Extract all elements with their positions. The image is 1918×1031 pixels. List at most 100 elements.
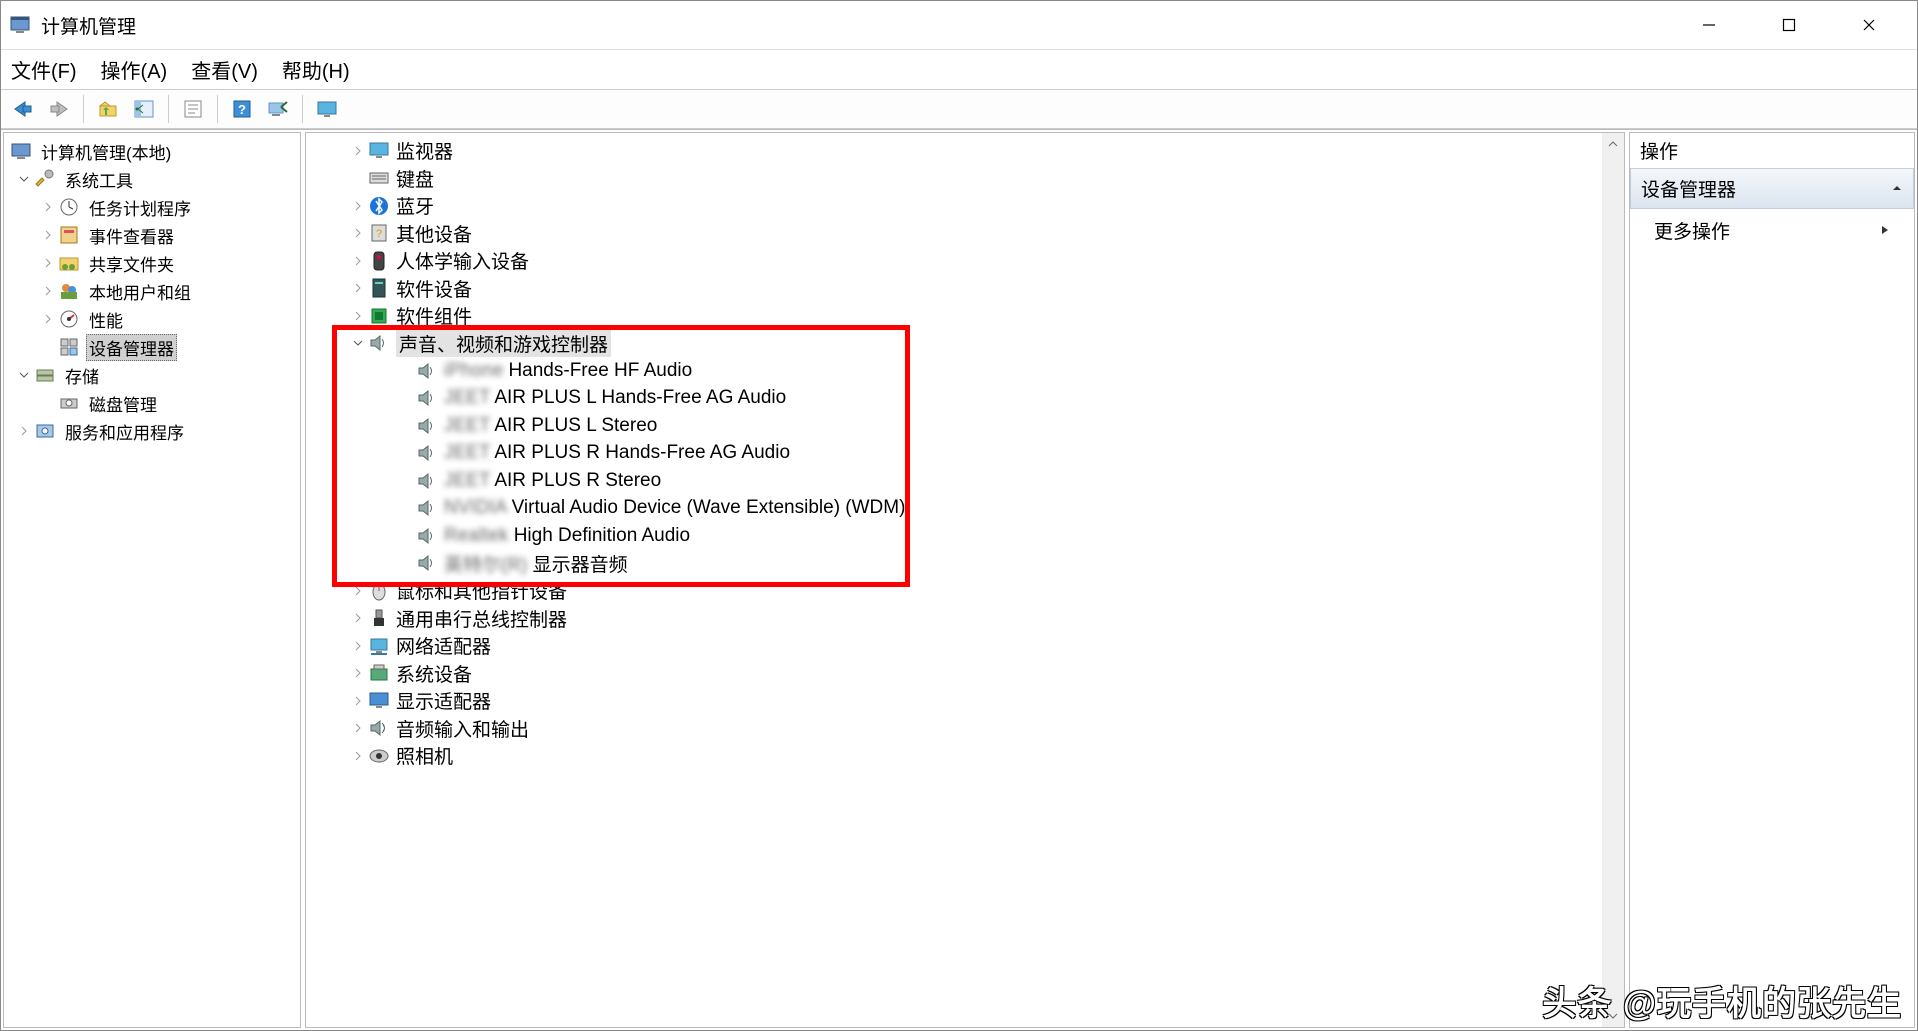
close-button[interactable]	[1829, 1, 1909, 49]
collapse-icon[interactable]	[1891, 178, 1903, 200]
tree-shared-folders[interactable]: 共享文件夹	[6, 249, 298, 277]
chevron-right-icon[interactable]	[348, 223, 368, 243]
display-icon	[368, 690, 390, 712]
device-category-bluetooth[interactable]: 蓝牙	[308, 192, 1622, 220]
chevron-right-icon[interactable]	[38, 309, 58, 329]
chevron-right-icon[interactable]	[348, 746, 368, 766]
toolbar: ?	[1, 89, 1917, 129]
chevron-right-icon[interactable]	[38, 281, 58, 301]
scroll-up-icon[interactable]	[1607, 133, 1619, 155]
chevron-right-icon[interactable]	[348, 718, 368, 738]
chevron-right-icon[interactable]	[38, 197, 58, 217]
speaker-icon	[368, 332, 390, 354]
device-category-usb[interactable]: 通用串行总线控制器	[308, 605, 1622, 633]
device-manager-icon	[58, 336, 80, 358]
properties-button[interactable]	[177, 93, 209, 125]
tree-local-users[interactable]: 本地用户和组	[6, 277, 298, 305]
menubar: 文件(F) 操作(A) 查看(V) 帮助(H)	[1, 49, 1917, 89]
monitor-button[interactable]	[311, 93, 343, 125]
device-sound-item-1[interactable]: JEET AIR PLUS L Hands-Free AG Audio	[308, 385, 1622, 413]
speaker-icon	[416, 470, 438, 492]
chevron-down-icon[interactable]	[14, 365, 34, 385]
performance-icon	[58, 308, 80, 330]
device-category-monitors[interactable]: 监视器	[308, 137, 1622, 165]
tree-disk-management[interactable]: 磁盘管理	[6, 389, 298, 417]
device-sound-item-2[interactable]: JEET AIR PLUS L Stereo	[308, 412, 1622, 440]
chevron-right-icon[interactable]	[38, 253, 58, 273]
users-icon	[58, 280, 80, 302]
nav-forward-button[interactable]	[43, 93, 75, 125]
menu-view[interactable]: 查看(V)	[191, 55, 258, 84]
show-hide-tree-button[interactable]	[128, 93, 160, 125]
keyboard-icon	[368, 167, 390, 189]
actions-section[interactable]: 设备管理器	[1630, 168, 1914, 209]
chevron-right-icon[interactable]	[38, 225, 58, 245]
minimize-button[interactable]	[1669, 1, 1749, 49]
chevron-down-icon[interactable]	[14, 169, 34, 189]
device-category-hid[interactable]: 人体学输入设备	[308, 247, 1622, 275]
tree-device-manager[interactable]: 设备管理器	[6, 333, 298, 361]
chevron-right-icon[interactable]	[348, 278, 368, 298]
device-category-cameras[interactable]: 照相机	[308, 742, 1622, 770]
device-sound-item-0[interactable]: iPhone Hands-Free HF Audio	[308, 357, 1622, 385]
speaker-icon	[416, 360, 438, 382]
device-sound-item-7[interactable]: 英特尔(R) 显示器音频	[308, 550, 1622, 578]
device-category-other[interactable]: ? 其他设备	[308, 220, 1622, 248]
tree-root[interactable]: 计算机管理(本地)	[6, 137, 298, 165]
scan-hardware-button[interactable]	[262, 93, 294, 125]
console-tree-panel: 计算机管理(本地) 系统工具 任务计划程序	[3, 132, 301, 1028]
up-level-button[interactable]	[92, 93, 124, 125]
device-category-audio-io[interactable]: 音频输入和输出	[308, 715, 1622, 743]
tree-system-tools[interactable]: 系统工具	[6, 165, 298, 193]
device-tree-panel: 监视器 键盘 蓝牙 ? 其他设备 人体学输入设备 软件设备 软件组件 声音、视频…	[305, 132, 1625, 1028]
tree-performance[interactable]: 性能	[6, 305, 298, 333]
tree-services-apps[interactable]: 服务和应用程序	[6, 417, 298, 445]
device-category-system[interactable]: 系统设备	[308, 660, 1622, 688]
speaker-icon	[416, 387, 438, 409]
device-category-display[interactable]: 显示适配器	[308, 687, 1622, 715]
clock-icon	[58, 196, 80, 218]
device-category-network[interactable]: 网络适配器	[308, 632, 1622, 660]
submenu-icon	[1880, 220, 1890, 242]
chevron-right-icon[interactable]	[348, 306, 368, 326]
device-category-mice[interactable]: 鼠标和其他指针设备	[308, 577, 1622, 605]
menu-file[interactable]: 文件(F)	[11, 55, 77, 84]
vertical-scrollbar[interactable]	[1602, 133, 1624, 1027]
maximize-button[interactable]	[1749, 1, 1829, 49]
menu-help[interactable]: 帮助(H)	[282, 55, 350, 84]
actions-header: 操作	[1630, 133, 1914, 168]
chevron-right-icon[interactable]	[348, 196, 368, 216]
chevron-down-icon[interactable]	[348, 333, 368, 353]
chevron-right-icon[interactable]	[348, 141, 368, 161]
speaker-icon	[416, 497, 438, 519]
chevron-right-icon[interactable]	[348, 608, 368, 628]
device-sound-item-6[interactable]: Realtek High Definition Audio	[308, 522, 1622, 550]
svg-text:?: ?	[238, 102, 246, 117]
chevron-right-icon[interactable]	[348, 251, 368, 271]
device-sound-item-3[interactable]: JEET AIR PLUS R Hands-Free AG Audio	[308, 440, 1622, 468]
mouse-icon	[368, 580, 390, 602]
help-button[interactable]: ?	[226, 93, 258, 125]
menu-action[interactable]: 操作(A)	[101, 55, 168, 84]
chevron-right-icon[interactable]	[348, 581, 368, 601]
tree-task-scheduler[interactable]: 任务计划程序	[6, 193, 298, 221]
speaker-icon	[416, 442, 438, 464]
chevron-right-icon[interactable]	[348, 663, 368, 683]
tools-icon	[34, 168, 56, 190]
device-sound-item-4[interactable]: JEET AIR PLUS R Stereo	[308, 467, 1622, 495]
chevron-right-icon[interactable]	[14, 421, 34, 441]
device-sound-item-5[interactable]: NVIDIA Virtual Audio Device (Wave Extens…	[308, 495, 1622, 523]
device-category-software-devices[interactable]: 软件设备	[308, 275, 1622, 303]
shared-folder-icon	[58, 252, 80, 274]
other-icon: ?	[368, 222, 390, 244]
device-category-sound[interactable]: 声音、视频和游戏控制器	[308, 330, 1622, 358]
tree-event-viewer[interactable]: 事件查看器	[6, 221, 298, 249]
device-category-software-components[interactable]: 软件组件	[308, 302, 1622, 330]
actions-more[interactable]: 更多操作	[1630, 211, 1914, 250]
chevron-right-icon[interactable]	[348, 636, 368, 656]
tree-storage[interactable]: 存储	[6, 361, 298, 389]
chevron-right-icon[interactable]	[348, 691, 368, 711]
software-icon	[368, 277, 390, 299]
device-category-keyboards[interactable]: 键盘	[308, 165, 1622, 193]
nav-back-button[interactable]	[7, 93, 39, 125]
